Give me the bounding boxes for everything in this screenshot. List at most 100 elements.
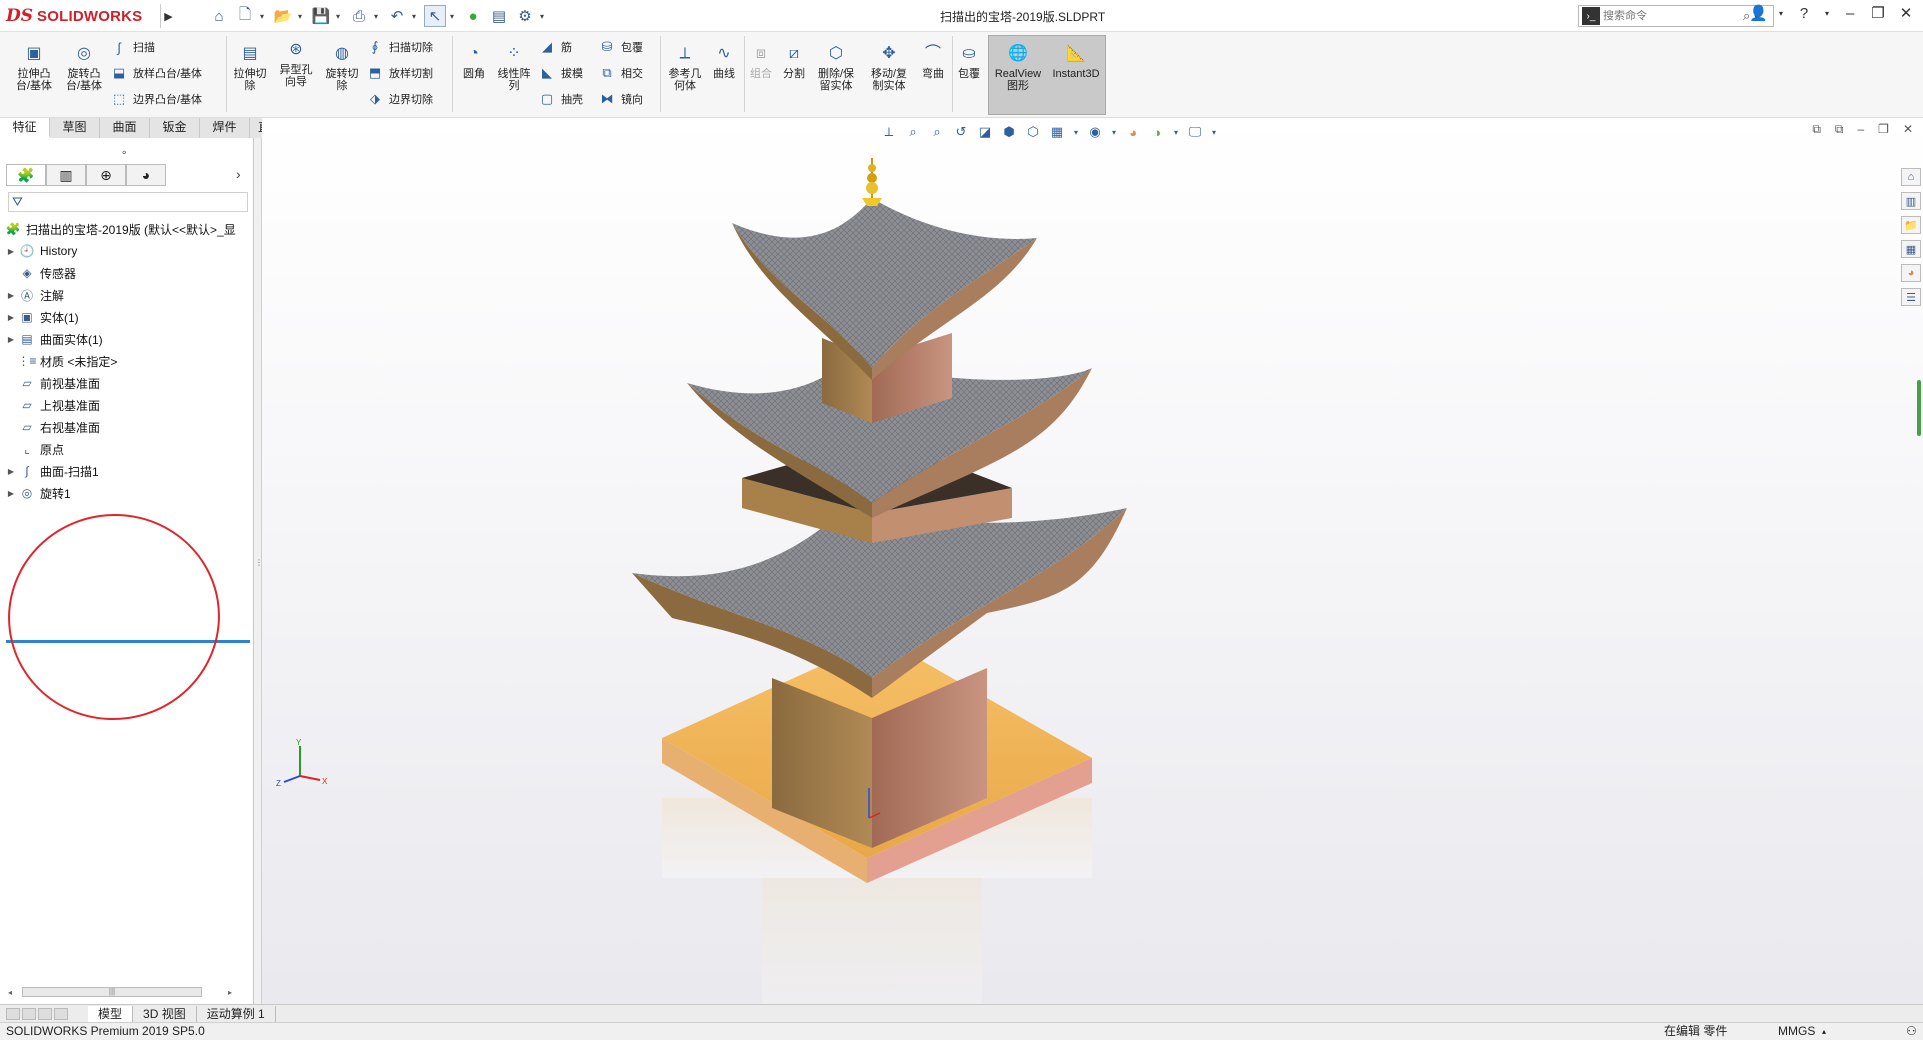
chevron-down-icon[interactable]: ▾: [412, 12, 420, 21]
apply-scene-icon[interactable]: ◑: [1148, 125, 1166, 140]
expand-arrow-icon[interactable]: ▶: [4, 335, 18, 344]
bottom-tab-2[interactable]: 运动算例 1: [197, 1005, 276, 1022]
view-orientation-icon[interactable]: ⟂: [880, 124, 898, 140]
tree-item[interactable]: ◈ 传感器: [4, 262, 252, 284]
chevron-down-icon[interactable]: ▾: [1072, 128, 1080, 137]
design-library-icon[interactable]: ▥: [1901, 192, 1921, 210]
task-pane-handle[interactable]: [1917, 380, 1921, 436]
menu-expand-icon[interactable]: ▶: [160, 4, 176, 28]
view-palette-icon[interactable]: ▦: [1901, 240, 1921, 258]
draft-button[interactable]: ◣ 拔模: [538, 62, 583, 84]
chevron-down-icon[interactable]: ▾: [1777, 9, 1785, 18]
linear-pattern-button[interactable]: ⁘ 线性阵 列: [494, 42, 534, 93]
tree-root-part[interactable]: 🧩 扫描出的宝塔-2019版 (默认<<默认>_显: [4, 218, 252, 240]
view-cube-icon[interactable]: ⬡: [1024, 124, 1042, 140]
wrap-button[interactable]: ⛁ 包覆: [598, 36, 643, 58]
close-icon[interactable]: ✕: [1897, 4, 1915, 22]
tree-item[interactable]: ▶ ◎ 旋转1: [4, 482, 252, 504]
bottom-tab-1[interactable]: 3D 视图: [133, 1005, 197, 1022]
prev-tab-icon[interactable]: [22, 1007, 36, 1020]
horizontal-scrollbar[interactable]: ◂ ||| ▸: [8, 986, 248, 998]
chevron-down-icon[interactable]: ▾: [260, 12, 268, 21]
reference-geometry-button[interactable]: ⟂ 参考几 何体: [664, 42, 706, 93]
flex-button[interactable]: ⌒ 弯曲: [918, 42, 948, 81]
curves-button[interactable]: ∿ 曲线: [708, 42, 740, 81]
solidworks-logo[interactable]: DS SOLIDWORKS: [6, 5, 158, 27]
chevron-down-icon[interactable]: ▾: [1210, 128, 1218, 137]
chevron-up-icon[interactable]: ▴: [1822, 1023, 1826, 1040]
help-icon[interactable]: ?: [1795, 5, 1813, 22]
chevron-down-icon[interactable]: ▾: [540, 12, 548, 21]
tree-item[interactable]: ▶ ▣ 实体(1): [4, 306, 252, 328]
tile-right-icon[interactable]: ⧉: [1835, 122, 1844, 137]
intersect-button[interactable]: ⧉ 相交: [598, 62, 643, 84]
tree-item[interactable]: ▶ ∫ 曲面-扫描1: [4, 460, 252, 482]
scroll-thumb[interactable]: |||: [22, 987, 203, 997]
options-gear-icon[interactable]: ⚙: [514, 5, 536, 27]
dynamic-annotation-icon[interactable]: ⬢: [1000, 124, 1018, 140]
restore-icon[interactable]: ❐: [1869, 4, 1887, 22]
chevron-right-icon[interactable]: ›: [236, 166, 241, 182]
display-style-icon[interactable]: ▦: [1048, 124, 1066, 140]
undo-icon[interactable]: ↶: [386, 5, 408, 27]
tree-item[interactable]: ▶ ▤ 曲面实体(1): [4, 328, 252, 350]
rib-button[interactable]: ◢ 筋: [538, 36, 572, 58]
expand-arrow-icon[interactable]: ▶: [4, 489, 18, 498]
select-cursor-icon[interactable]: ↖: [424, 5, 446, 27]
sweep-button[interactable]: ∫ 扫描: [110, 36, 155, 58]
tab-0[interactable]: 特征: [0, 118, 50, 138]
next-tab-icon[interactable]: [38, 1007, 52, 1020]
viewport-minimize-icon[interactable]: –: [1857, 122, 1864, 137]
instant3d-button[interactable]: 📐 Instant3D: [1048, 42, 1104, 81]
extrude-boss-button[interactable]: ▣ 拉伸凸 台/基体: [12, 42, 56, 93]
print-icon[interactable]: ⎙: [348, 5, 370, 27]
new-document-icon[interactable]: 🗋: [234, 5, 256, 27]
revolve-cut-button[interactable]: ◍ 旋转切 除: [322, 42, 362, 93]
tree-item[interactable]: ⌞ 原点: [4, 438, 252, 460]
display-manager-tab-icon[interactable]: ◕: [126, 164, 166, 186]
expand-arrow-icon[interactable]: ▶: [4, 247, 18, 256]
chevron-down-icon[interactable]: ▾: [450, 12, 458, 21]
scroll-left-icon[interactable]: ◂: [8, 988, 12, 997]
panel-grip-icon[interactable]: ⚬: [120, 148, 128, 159]
loft-boss-button[interactable]: ⬓ 放样凸台/基体: [110, 62, 202, 84]
delete-keep-body-button[interactable]: ⬡ 删除/保 留实体: [814, 42, 858, 93]
boundary-cut-button[interactable]: ⬗ 边界切除: [366, 88, 433, 110]
graphics-area[interactable]: ⟂ ⌕ ⌕ ↺ ◪ ⬢ ⬡ ▦ ▾ ◉ ▾ ◕ ◑ ▾ 🖵 ▾ ⧉ ⧉ – ❐ …: [262, 118, 1923, 1004]
expand-arrow-icon[interactable]: ▶: [4, 313, 18, 322]
last-tab-icon[interactable]: [54, 1007, 68, 1020]
property-manager-tab-icon[interactable]: ▥: [46, 164, 86, 186]
chevron-down-icon[interactable]: ▾: [336, 12, 344, 21]
first-tab-icon[interactable]: [6, 1007, 20, 1020]
zoom-to-area-icon[interactable]: ⌕: [928, 124, 946, 140]
tree-item[interactable]: ▶ 🕘 History: [4, 240, 252, 262]
pagoda-3d-model[interactable]: [622, 158, 1322, 1004]
tab-4[interactable]: 焊件: [200, 118, 250, 138]
combine-button[interactable]: ⧈ 组合: [746, 42, 776, 81]
tree-item[interactable]: ▶ Ⓐ 注解: [4, 284, 252, 306]
scroll-right-icon[interactable]: ▸: [228, 988, 232, 997]
appearances-icon[interactable]: ◕: [1901, 264, 1921, 282]
minimize-icon[interactable]: –: [1841, 5, 1859, 22]
file-properties-icon[interactable]: ▤: [488, 5, 510, 27]
chevron-down-icon[interactable]: ▾: [298, 12, 306, 21]
previous-view-icon[interactable]: ↺: [952, 124, 970, 140]
realview-graphics-button[interactable]: 🌐 RealView 图形: [990, 42, 1046, 93]
loft-cut-button[interactable]: ⬒ 放样切割: [366, 62, 433, 84]
chevron-down-icon[interactable]: ▾: [1823, 9, 1831, 18]
shell-button[interactable]: ▢ 抽壳: [538, 88, 583, 110]
custom-properties-icon[interactable]: ☰: [1901, 288, 1921, 306]
mirror-button[interactable]: ⧓ 镜向: [598, 88, 644, 110]
tree-item[interactable]: ▱ 前视基准面: [4, 372, 252, 394]
open-folder-icon[interactable]: 📂: [272, 5, 294, 27]
solidworks-resources-icon[interactable]: ⌂: [1901, 168, 1921, 186]
rebuild-traffic-light-icon[interactable]: ●: [462, 5, 484, 27]
sweep-cut-button[interactable]: ∮ 扫描切除: [366, 36, 433, 58]
split-button[interactable]: ⧄ 分割: [778, 42, 810, 81]
hole-wizard-button[interactable]: ⊛ 异型孔 向导: [274, 38, 318, 89]
chevron-down-icon[interactable]: ▾: [374, 12, 382, 21]
search-input[interactable]: [1603, 10, 1743, 22]
search-commands-box[interactable]: ›_ ⌕ ▾: [1578, 5, 1774, 27]
tree-filter[interactable]: ⛛: [8, 192, 248, 212]
tile-left-icon[interactable]: ⧉: [1812, 122, 1821, 137]
